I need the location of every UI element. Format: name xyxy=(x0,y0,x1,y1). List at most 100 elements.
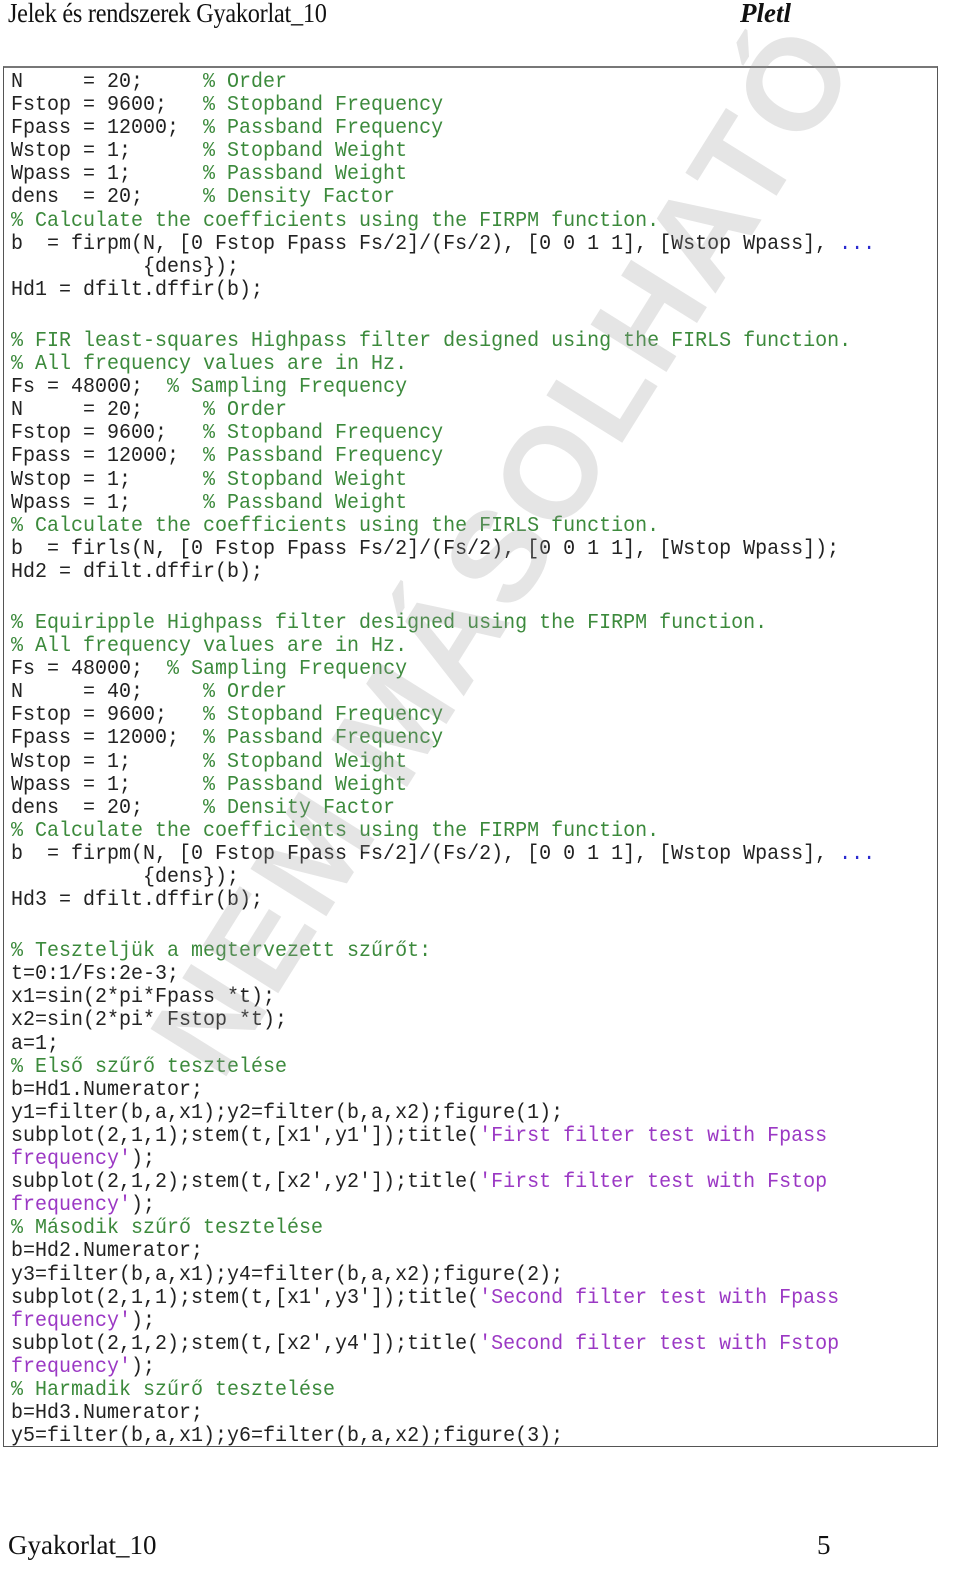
code-string: 'First filter test with Fpass xyxy=(479,1124,828,1149)
code-line: Hd2 = dfilt.dffir(b); xyxy=(11,560,937,584)
code-comment: % Sampling Frequency xyxy=(167,657,408,682)
code-comment: % Calculate the coefficients using the F… xyxy=(11,208,660,234)
code-comment: % Equiripple Highpass filter designed us… xyxy=(11,611,768,636)
code-line: y5=filter(b,a,x1);y6=filter(b,a,x2);figu… xyxy=(11,1425,937,1449)
code-line: Wpass = 1; % Passband Weight xyxy=(11,773,937,797)
code-comment: % Order xyxy=(203,70,288,95)
code-text: x2=sin(2*pi* Fstop *t); xyxy=(11,1008,288,1034)
code-text: b = firpm(N, [0 Fstop Fpass Fs/2]/(Fs/2)… xyxy=(11,842,840,867)
code-line: {dens}); xyxy=(11,865,937,889)
code-string: frequency' xyxy=(11,1355,132,1380)
document-header-author: Pletl xyxy=(740,0,791,28)
code-text: Fs = 48000; xyxy=(11,375,168,400)
code-line: Fpass = 12000; % Passband Frequency xyxy=(11,117,937,141)
code-line: % Harmadik szűrő tesztelése xyxy=(11,1378,937,1402)
code-line: y1=filter(b,a,x1);y2=filter(b,a,x2);figu… xyxy=(11,1101,937,1125)
code-comment: % Passband Weight xyxy=(203,773,408,798)
code-line: N = 20; % Order xyxy=(11,399,937,423)
code-comment: % Első szűrő tesztelése xyxy=(11,1055,288,1080)
code-text: Fstop = 9600; xyxy=(11,703,204,728)
code-text: subplot(2,1,1);stem(t,[x1',y3']);title( xyxy=(11,1286,480,1311)
code-text: N = 20; xyxy=(11,70,204,95)
code-text: Hd3 = dfilt.dffir(b); xyxy=(11,888,264,913)
code-line: % Calculate the coefficients using the F… xyxy=(11,209,937,233)
code-comment: % Density Factor xyxy=(203,796,396,821)
code-line: b = firpm(N, [0 Fstop Fpass Fs/2]/(Fs/2)… xyxy=(11,232,937,256)
code-line: x2=sin(2*pi* Fstop *t); xyxy=(11,1009,937,1033)
code-line: % Calculate the coefficients using the F… xyxy=(11,514,937,538)
code-string: 'First filter test with Fstop xyxy=(479,1170,828,1195)
code-line: subplot(2,1,2);stem(t,[x2',y2']);title('… xyxy=(11,1171,937,1195)
code-text: Wpass = 1; xyxy=(11,162,204,187)
code-text: ); xyxy=(131,1309,156,1334)
code-line: dens = 20; % Density Factor xyxy=(11,186,937,210)
code-line: dens = 20; % Density Factor xyxy=(11,796,937,820)
code-line: % Calculate the coefficients using the F… xyxy=(11,819,937,843)
code-comment: % Stopband Weight xyxy=(203,749,408,775)
code-line: x1=sin(2*pi*Fpass *t); xyxy=(11,986,937,1010)
code-comment: % Order xyxy=(203,680,288,705)
code-text: subplot(2,1,2);stem(t,[x2',y4']);title( xyxy=(11,1332,480,1357)
code-line: % All frequency values are in Hz. xyxy=(11,634,937,658)
code-line: Fstop = 9600; % Stopband Frequency xyxy=(11,422,937,446)
code-text: Wstop = 1; xyxy=(11,749,204,775)
code-line: Hd1 = dfilt.dffir(b); xyxy=(11,278,937,302)
code-comment: % Passband Frequency xyxy=(203,444,444,469)
code-listing: N = 20; % Order Fstop = 9600; % Stopband … xyxy=(3,66,938,1449)
code-text: b = firpm(N, [0 Fstop Fpass Fs/2]/(Fs/2)… xyxy=(11,232,840,257)
code-text: b=Hd1.Numerator; xyxy=(11,1078,204,1103)
code-line: Fs = 48000; % Sampling Frequency xyxy=(11,658,937,682)
code-comment: % Passband Frequency xyxy=(203,116,444,141)
code-text: b=Hd3.Numerator; xyxy=(11,1401,204,1426)
code-line: frequency'); xyxy=(11,1147,937,1171)
code-text: ); xyxy=(131,1147,156,1172)
code-line: subplot(2,1,2);stem(t,[x2',y4']);title('… xyxy=(11,1332,937,1356)
code-comment: % FIR least-squares Highpass filter desi… xyxy=(11,329,852,354)
code-line: Fstop = 9600; % Stopband Frequency xyxy=(11,704,937,728)
code-line: t=0:1/Fs:2e-3; xyxy=(11,963,937,987)
code-text: Wstop = 1; xyxy=(11,467,204,493)
code-line: subplot(2,1,1);stem(t,[x1',y3']);title('… xyxy=(11,1286,937,1310)
code-line: b=Hd2.Numerator; xyxy=(11,1240,937,1264)
code-line: N = 40; % Order xyxy=(11,681,937,705)
code-line: % FIR least-squares Highpass filter desi… xyxy=(11,329,937,353)
code-text: dens = 20; xyxy=(11,185,204,211)
code-text: ); xyxy=(131,1355,156,1380)
code-text: dens = 20; xyxy=(11,796,204,821)
code-text: Hd2 = dfilt.dffir(b); xyxy=(11,560,264,585)
code-text: Wstop = 1; xyxy=(11,139,204,164)
code-text: a=1; xyxy=(11,1031,60,1057)
code-comment: % Passband Weight xyxy=(203,162,408,187)
code-text: y5=filter(b,a,x1);y6=filter(b,a,x2);figu… xyxy=(11,1424,564,1449)
code-text: {dens}); xyxy=(11,255,240,280)
code-text: y1=filter(b,a,x1);y2=filter(b,a,x2);figu… xyxy=(11,1101,564,1126)
code-text: Fpass = 12000; xyxy=(11,116,204,141)
code-comment: % Calculate the coefficients using the F… xyxy=(11,819,660,844)
code-line: % Első szűrő tesztelése xyxy=(11,1055,937,1079)
code-comment: % All frequency values are in Hz. xyxy=(11,352,408,377)
code-line: Wstop = 1; % Stopband Weight xyxy=(11,140,937,164)
code-comment: % Teszteljük a megtervezett szűrőt: xyxy=(11,939,432,964)
code-text: b=Hd2.Numerator; xyxy=(11,1239,204,1264)
code-line: frequency'); xyxy=(11,1355,937,1379)
code-line: b = firpm(N, [0 Fstop Fpass Fs/2]/(Fs/2)… xyxy=(11,842,937,866)
code-text: subplot(2,1,1);stem(t,[x1',y1']);title( xyxy=(11,1124,480,1149)
code-line: Wpass = 1; % Passband Weight xyxy=(11,163,937,187)
code-line: b = firls(N, [0 Fstop Fpass Fs/2]/(Fs/2)… xyxy=(11,537,937,561)
code-string: frequency' xyxy=(11,1309,132,1334)
code-line: a=1; xyxy=(11,1032,937,1056)
code-comment: % All frequency values are in Hz. xyxy=(11,634,408,659)
code-text: N = 40; xyxy=(11,680,204,705)
line-continuation: ... xyxy=(839,842,876,867)
code-text: ); xyxy=(131,1193,156,1218)
code-line: Fpass = 12000; % Passband Frequency xyxy=(11,445,937,469)
code-text: Wpass = 1; xyxy=(11,773,204,798)
code-text: Fstop = 9600; xyxy=(11,93,204,118)
code-line: Wstop = 1; % Stopband Weight xyxy=(11,468,937,492)
code-line: Fpass = 12000; % Passband Frequency xyxy=(11,727,937,751)
page-number: 5 xyxy=(817,1530,831,1560)
code-line: frequency'); xyxy=(11,1194,937,1218)
code-line: % All frequency values are in Hz. xyxy=(11,352,937,376)
